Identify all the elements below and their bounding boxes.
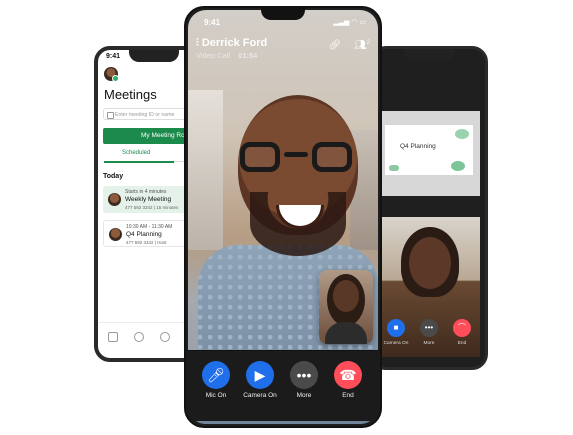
meeting-details: 477 592 3342 | Host xyxy=(126,240,167,245)
right-lens xyxy=(312,142,352,172)
meeting-title: Weekly Meeting xyxy=(125,196,172,203)
mic-button[interactable]: 🎤︎ xyxy=(202,361,230,389)
glasses xyxy=(240,142,352,176)
call-timer: 01:54 xyxy=(238,51,258,60)
right-phone: Q4 Planning ■ Camera On ••• More ⌒ End xyxy=(370,46,488,370)
status-icons: ▂▃▅ ◠ ▭ xyxy=(333,18,366,26)
slide-decoration xyxy=(455,129,469,139)
background-window xyxy=(188,90,223,250)
camera-icon: ▶ xyxy=(254,367,266,383)
end-label: End xyxy=(342,392,354,399)
user-avatar[interactable] xyxy=(104,67,119,82)
caller-name: Derrick Ford xyxy=(201,37,268,49)
end-label: End xyxy=(457,341,467,346)
left-lens xyxy=(240,142,280,172)
call-subtitle: Video Call 01:54 xyxy=(196,51,257,60)
camera-button[interactable]: ■ xyxy=(387,319,405,337)
camera-button[interactable]: ▶ xyxy=(246,361,274,389)
wifi-icon: ◠ xyxy=(351,19,358,26)
presence-dot xyxy=(112,75,119,82)
mic-icon: 🎤︎ xyxy=(207,367,225,383)
more-label: More xyxy=(423,341,435,346)
meeting-details: 477 592 3342 | 15 minutes xyxy=(125,205,179,210)
phone-icon[interactable] xyxy=(160,332,170,342)
status-time: 9:41 xyxy=(106,53,121,60)
slide-title: Q4 Planning xyxy=(400,143,436,150)
my-meeting-room-label: My Meeting Ro... xyxy=(141,132,191,139)
meeting-time: Starts in 4 minutes xyxy=(125,189,167,195)
phone-notch xyxy=(129,50,179,62)
self-view-face xyxy=(333,280,359,312)
end-call-button[interactable]: ⌒ xyxy=(453,319,471,337)
main-phone: 9:41 ▂▃▅ ◠ ▭ ⫶ Derrick Ford Video Call 0… xyxy=(184,6,382,428)
calendar-icon xyxy=(107,112,114,119)
signal-icon: ▂▃▅ xyxy=(333,19,350,26)
caller-name-row: ⫶ Derrick Ford xyxy=(196,37,267,50)
glasses-bridge xyxy=(284,152,308,157)
page-title: Meetings xyxy=(104,87,157,102)
end-call-icon: ⌒ xyxy=(458,323,466,332)
call-controls: ■ Camera On ••• More ⌒ End xyxy=(379,319,480,359)
call-type: Video Call xyxy=(196,51,231,60)
home-icon[interactable] xyxy=(108,332,118,342)
section-today: Today xyxy=(103,173,124,180)
shared-screen: Q4 Planning xyxy=(379,111,480,196)
self-view-video[interactable] xyxy=(319,270,373,344)
phone-notch xyxy=(404,49,454,61)
shared-slide: Q4 Planning xyxy=(385,125,473,175)
call-controls: 🎤︎ Mic On ▶ Camera On ••• More ☎︎ End xyxy=(186,350,380,421)
slide-decoration xyxy=(389,165,399,171)
call-actions: 🔗︎ 👥︎2 xyxy=(318,40,370,51)
contacts-icon[interactable] xyxy=(134,332,144,342)
link-icon[interactable]: 🔗︎ xyxy=(328,40,341,51)
meeting-avatar xyxy=(108,193,121,206)
audio-wave-icon: ⫶ xyxy=(196,37,199,49)
battery-icon: ▭ xyxy=(359,19,366,26)
end-call-icon: ☎︎ xyxy=(339,367,357,383)
tab-scheduled[interactable]: Scheduled xyxy=(122,150,150,156)
camera-label: Camera On xyxy=(383,341,409,346)
meeting-title: Q4 Planning xyxy=(126,231,162,238)
meeting-time: 10:30 AM - 11:30 AM xyxy=(126,224,173,230)
more-icon: ••• xyxy=(296,367,312,383)
slide-decoration xyxy=(451,161,465,171)
participant-face xyxy=(409,237,451,289)
self-view-body xyxy=(325,322,367,344)
screen-share-view: Q4 Planning xyxy=(379,111,480,196)
phone-notch xyxy=(261,8,305,20)
end-call-button[interactable]: ☎︎ xyxy=(334,361,362,389)
participants-icon[interactable]: 👥︎2 xyxy=(354,40,370,51)
meeting-avatar xyxy=(109,228,122,241)
more-icon: ••• xyxy=(424,323,434,332)
search-placeholder: Enter meeting ID or name xyxy=(115,112,175,118)
more-button[interactable]: ••• xyxy=(420,319,438,337)
status-time: 9:41 xyxy=(204,18,221,27)
camera-icon: ■ xyxy=(393,323,399,332)
participants-count: 2 xyxy=(366,40,370,46)
tab-underline-active xyxy=(104,161,174,163)
more-button[interactable]: ••• xyxy=(290,361,318,389)
